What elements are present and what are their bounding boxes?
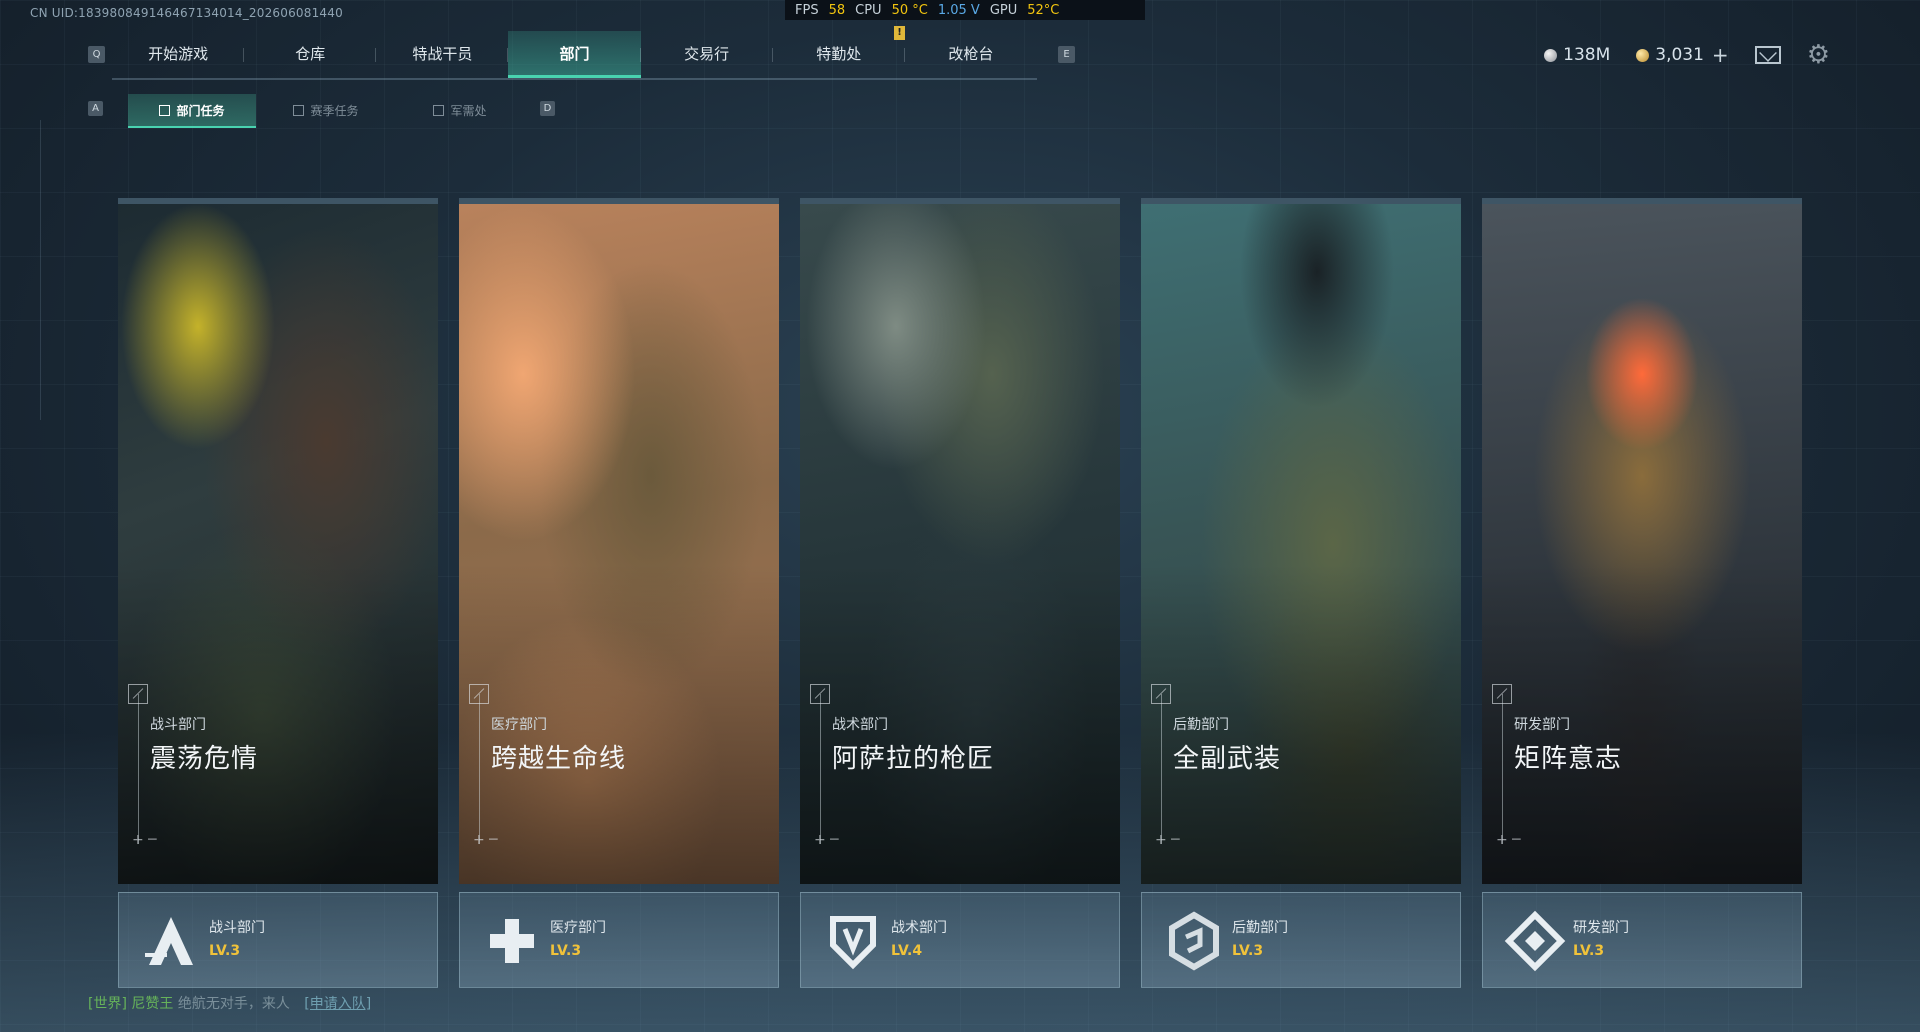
card-dept-label: 战斗部门 (150, 717, 206, 733)
logistics-hex-icon (1160, 907, 1228, 975)
performance-overlay: FPS 58 CPU 50 °C 1.05 V GPU 52°C (785, 0, 1145, 20)
player-uid: CN UID:1839808491464671340​14_2026060814… (30, 6, 343, 20)
tab-department[interactable]: 部门 (508, 31, 641, 78)
cpu-temp: 50 °C (891, 2, 928, 18)
gpu-label: GPU (989, 2, 1018, 18)
subtab-quartermaster[interactable]: 军需处 (396, 94, 524, 126)
dept-name: 战斗部门 (209, 920, 265, 936)
dept-level: LV.3 (209, 943, 241, 959)
fps-label: FPS (795, 2, 819, 18)
crosshair-icon: + ─ (1155, 832, 1180, 848)
tab-trading[interactable]: 交易行 (641, 31, 773, 78)
card-dept-label: 后勤部门 (1173, 717, 1229, 733)
card-dept-label: 战术部门 (832, 717, 888, 733)
card-line (479, 694, 480, 844)
add-currency-button[interactable]: + (1712, 43, 1729, 67)
card-line (138, 694, 139, 844)
tactical-shield-icon (819, 907, 887, 975)
tab-operators[interactable]: 特战干员 (376, 31, 509, 78)
silver-coin-icon (1544, 48, 1558, 62)
subtab-season-tasks[interactable]: 赛季任务 (262, 94, 390, 126)
dept-level-tactical[interactable]: 战术部门 LV.4 (800, 892, 1120, 988)
key-hint-e: E (1058, 46, 1075, 63)
dept-level: LV.3 (1232, 943, 1264, 959)
card-title: 阿萨拉的枪匠 (832, 744, 995, 774)
dept-level-research[interactable]: 研发部门 LV.3 (1482, 892, 1802, 988)
join-team-link[interactable]: [申请入队] (304, 996, 371, 1012)
main-nav: 开始游戏 仓库 特战干员 部门 交易行 特勤处 改枪台 (112, 31, 1037, 80)
dept-level: LV.4 (891, 943, 923, 959)
crosshair-icon: + ─ (814, 832, 839, 848)
card-line (1502, 694, 1503, 844)
dept-name: 后勤部门 (1232, 920, 1288, 936)
dept-name: 研发部门 (1573, 920, 1629, 936)
gold-coin-icon (1636, 48, 1650, 62)
gear-icon[interactable]: ⚙ (1807, 40, 1830, 70)
card-title: 全副武装 (1173, 744, 1282, 774)
gold-currency: 3,031 + (1636, 43, 1729, 67)
combat-a-icon (137, 907, 205, 975)
task-icon (159, 104, 171, 116)
tab-special-ops[interactable]: 特勤处 (773, 31, 905, 78)
dept-card-research[interactable]: 研发部门 矩阵意志 + ─ (1482, 198, 1802, 884)
mail-icon[interactable] (1754, 46, 1781, 64)
chat-user[interactable]: 尼赞王 (131, 996, 173, 1012)
dept-name: 战术部门 (891, 920, 947, 936)
dept-card-tactical[interactable]: 战术部门 阿萨拉的枪匠 + ─ (800, 198, 1120, 884)
dept-card-combat[interactable]: 战斗部门 震荡危情 + ─ (118, 198, 438, 884)
silver-currency: 138M (1544, 45, 1610, 65)
dept-name: 医疗部门 (550, 920, 606, 936)
dept-card-medical[interactable]: 医疗部门 跨越生命线 + ─ (459, 198, 779, 884)
crosshair-icon: + ─ (132, 832, 157, 848)
chat-channel: [世界] (88, 996, 127, 1012)
dept-level: LV.3 (1573, 943, 1605, 959)
sub-nav: 部门任务 赛季任务 军需处 (128, 94, 524, 128)
left-decoration-line (40, 120, 41, 420)
crosshair-icon: + ─ (473, 832, 498, 848)
subtab-label: 军需处 (450, 103, 487, 118)
dept-level-logistics[interactable]: 后勤部门 LV.3 (1141, 892, 1461, 988)
card-title: 跨越生命线 (491, 744, 627, 774)
dept-level-medical[interactable]: 医疗部门 LV.3 (459, 892, 779, 988)
card-title: 震荡危情 (150, 744, 259, 774)
card-dept-label: 研发部门 (1514, 717, 1570, 733)
subtab-department-tasks[interactable]: 部门任务 (128, 94, 256, 128)
tab-gunsmith[interactable]: 改枪台 (905, 31, 1037, 78)
dept-level: LV.3 (550, 943, 582, 959)
research-diamond-icon (1501, 907, 1569, 975)
dept-card-logistics[interactable]: 后勤部门 全副武装 + ─ (1141, 198, 1461, 884)
gold-amount: 3,031 (1655, 45, 1704, 65)
dept-level-combat[interactable]: 战斗部门 LV.3 (118, 892, 438, 988)
subtab-label: 部门任务 (176, 103, 225, 118)
subtab-label: 赛季任务 (310, 103, 359, 118)
voltage-value: 1.05 V (937, 2, 980, 18)
season-icon (293, 104, 305, 116)
silver-amount: 138M (1563, 45, 1611, 65)
card-line (1161, 694, 1162, 844)
key-hint-a: A (88, 101, 103, 116)
tab-warehouse[interactable]: 仓库 (244, 31, 377, 78)
gpu-temp: 52°C (1027, 2, 1060, 18)
card-line (820, 694, 821, 844)
world-chat-line: [世界] 尼赞王 绝航无对手，来人 [申请入队] (88, 993, 371, 1013)
key-hint-d: D (540, 101, 555, 116)
cpu-label: CPU (855, 2, 882, 18)
crosshair-icon: + ─ (1496, 832, 1521, 848)
tab-start-game[interactable]: 开始游戏 (112, 31, 245, 78)
key-hint-q: Q (88, 46, 105, 63)
card-title: 矩阵意志 (1514, 744, 1623, 774)
medical-cross-icon (478, 907, 546, 975)
quartermaster-icon (433, 104, 445, 116)
fps-value: 58 (828, 2, 846, 18)
card-dept-label: 医疗部门 (491, 717, 547, 733)
top-right-bar: 138M 3,031 + ⚙ (1544, 40, 1830, 70)
chat-message: 绝航无对手，来人 (177, 996, 290, 1012)
